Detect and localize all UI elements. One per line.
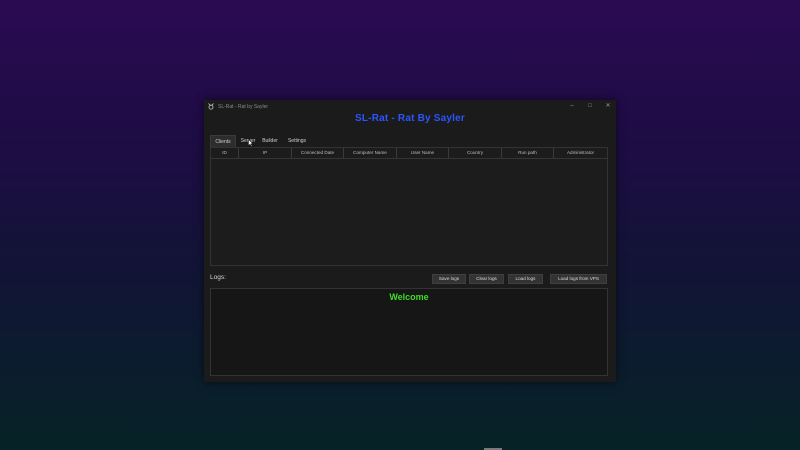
mouse-cursor-icon (248, 139, 254, 147)
clear-logs-button[interactable]: Clear logs (469, 274, 504, 284)
save-logs-button[interactable]: Save logs (432, 274, 466, 284)
load-logs-from-vps-button[interactable]: Load logs from VPS (550, 274, 607, 284)
app-window: SL-Rat - Rat by Sayler – □ ✕ SL-Rat - Ra… (204, 100, 616, 382)
app-header-title: SL-Rat - Rat By Sayler (355, 113, 465, 124)
minimize-button[interactable]: – (566, 102, 578, 111)
logs-label: Logs: (210, 274, 226, 281)
clients-table[interactable]: ID IP Connected Date Computer Name User … (210, 147, 608, 266)
maximize-button[interactable]: □ (584, 102, 596, 111)
welcome-message: Welcome (389, 292, 429, 302)
tab-settings[interactable]: Settings (287, 135, 307, 147)
column-header-user-name[interactable]: User Name (397, 148, 449, 158)
column-header-connected-date[interactable]: Connected Date (292, 148, 344, 158)
column-header-country[interactable]: Country (449, 148, 502, 158)
column-header-id[interactable]: ID (211, 148, 239, 158)
column-header-computer-name[interactable]: Computer Name (344, 148, 397, 158)
app-icon (208, 103, 214, 110)
close-button[interactable]: ✕ (602, 102, 614, 111)
table-header: ID IP Connected Date Computer Name User … (211, 148, 607, 159)
window-title: SL-Rat - Rat by Sayler (218, 103, 269, 110)
column-header-ip[interactable]: IP (239, 148, 292, 158)
logs-output[interactable]: Welcome (210, 288, 608, 376)
load-logs-button[interactable]: Load logs (508, 274, 543, 284)
column-header-run-path[interactable]: Run path (502, 148, 554, 158)
title-bar[interactable]: SL-Rat - Rat by Sayler – □ ✕ (204, 100, 616, 113)
column-header-administrator[interactable]: Administrator (554, 148, 607, 158)
tab-builder[interactable]: Builder (261, 135, 279, 147)
